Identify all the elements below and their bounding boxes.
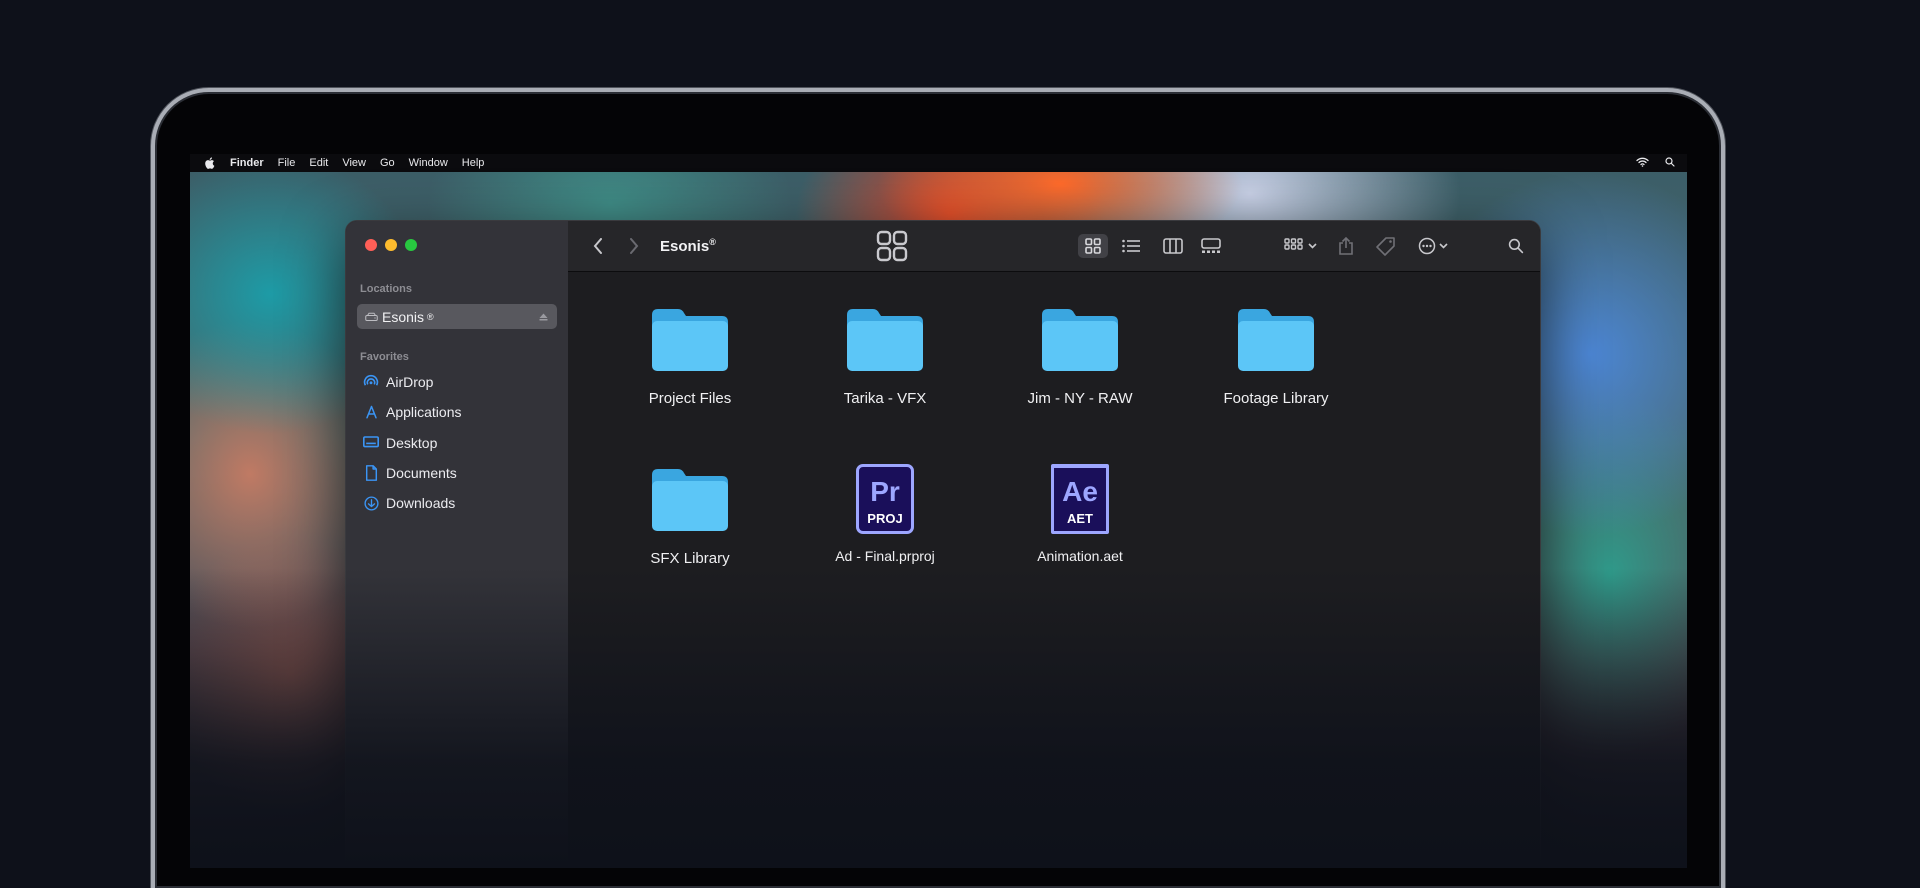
- eject-icon[interactable]: [539, 313, 548, 321]
- folder-icon: [1236, 307, 1316, 378]
- folder-item[interactable]: Project Files: [605, 307, 775, 407]
- menu-go[interactable]: Go: [380, 157, 395, 169]
- sidebar-item-applications[interactable]: Applications: [362, 400, 462, 424]
- icon-view-button[interactable]: [1077, 234, 1108, 258]
- sidebar-item-label: Downloads: [386, 495, 456, 511]
- menu-edit[interactable]: Edit: [309, 157, 328, 169]
- download-icon: [362, 494, 380, 512]
- drive-icon: [365, 312, 378, 322]
- sidebar-item-documents[interactable]: Documents: [362, 461, 457, 485]
- item-label: Ad - Final.prproj: [835, 548, 935, 564]
- back-button[interactable]: [590, 238, 606, 254]
- trademark-mark: ®: [427, 311, 434, 322]
- item-label: Tarika - VFX: [843, 390, 927, 407]
- sidebar: Locations Esonis ® Favorites AirDrop App…: [346, 221, 569, 868]
- share-button[interactable]: [1338, 237, 1354, 255]
- window-title: Esonis®: [660, 237, 716, 255]
- app-logo-icon: [876, 230, 908, 262]
- item-label: Project Files: [648, 390, 732, 407]
- search-button[interactable]: [1508, 238, 1524, 254]
- forward-button[interactable]: [626, 238, 642, 254]
- spotlight-search-icon[interactable]: [1665, 156, 1675, 170]
- view-mode-selector: [1077, 234, 1226, 258]
- item-label: SFX Library: [650, 550, 730, 567]
- sidebar-item-esonis[interactable]: Esonis ®: [357, 304, 557, 329]
- more-actions-button[interactable]: [1418, 237, 1450, 255]
- sidebar-item-label: Esonis: [382, 308, 425, 325]
- desktop-screen: Finder File Edit View Go Window Help Loc…: [190, 154, 1687, 868]
- sidebar-item-desktop[interactable]: Desktop: [362, 431, 437, 455]
- menu-file[interactable]: File: [278, 157, 296, 169]
- menu-help[interactable]: Help: [462, 157, 485, 169]
- document-icon: [362, 464, 380, 482]
- favorites-heading: Favorites: [360, 351, 409, 363]
- column-view-button[interactable]: [1158, 234, 1188, 258]
- item-label: Footage Library: [1223, 390, 1329, 407]
- folder-item[interactable]: Footage Library: [1191, 307, 1361, 407]
- gallery-view-button[interactable]: [1196, 234, 1226, 258]
- menu-view[interactable]: View: [342, 157, 366, 169]
- item-label: Jim - NY - RAW: [1027, 390, 1133, 407]
- folder-icon: [650, 467, 730, 538]
- menu-finder[interactable]: Finder: [230, 157, 264, 169]
- sidebar-item-label: Documents: [386, 465, 457, 481]
- item-label: Animation.aet: [1037, 548, 1123, 564]
- window-title-text: Esonis: [660, 238, 710, 255]
- folder-icon: [845, 307, 925, 378]
- group-by-button[interactable]: [1284, 238, 1318, 254]
- desktop-icon: [362, 434, 380, 452]
- menu-bar: Finder File Edit View Go Window Help: [190, 154, 1687, 172]
- sidebar-item-airdrop[interactable]: AirDrop: [362, 370, 433, 394]
- applications-icon: [362, 403, 380, 421]
- locations-heading: Locations: [360, 283, 412, 295]
- folder-item[interactable]: SFX Library: [605, 467, 775, 567]
- sidebar-item-label: AirDrop: [386, 374, 434, 390]
- sidebar-item-downloads[interactable]: Downloads: [362, 491, 455, 515]
- trademark-mark: ®: [709, 237, 716, 247]
- finder-window: Locations Esonis ® Favorites AirDrop App…: [345, 220, 1541, 868]
- file-ext: PROJ: [867, 510, 903, 526]
- folder-item[interactable]: Jim - NY - RAW: [995, 307, 1165, 407]
- menu-window[interactable]: Window: [409, 157, 448, 169]
- list-view-button[interactable]: [1116, 234, 1146, 258]
- airdrop-icon: [362, 373, 380, 391]
- toolbar: Esonis®: [568, 221, 1540, 272]
- sidebar-item-label: Desktop: [386, 435, 438, 451]
- folder-icon: [650, 307, 730, 378]
- premiere-file-icon: Pr PROJ: [856, 464, 914, 534]
- folder-item[interactable]: Tarika - VFX: [800, 307, 970, 407]
- file-item[interactable]: Ae AET Animation.aet: [995, 464, 1165, 564]
- aftereffects-file-icon: Ae AET: [1051, 464, 1109, 534]
- minimize-window-button[interactable]: [385, 239, 397, 251]
- sidebar-item-label: Applications: [386, 404, 462, 420]
- file-ext: AET: [1067, 511, 1093, 526]
- window-controls: [365, 239, 417, 251]
- close-window-button[interactable]: [365, 239, 377, 251]
- folder-icon: [1040, 307, 1120, 378]
- file-item[interactable]: Pr PROJ Ad - Final.prproj: [800, 464, 970, 564]
- file-badge: Ae: [1062, 476, 1098, 507]
- zoom-window-button[interactable]: [405, 239, 417, 251]
- apple-menu-icon[interactable]: [204, 157, 218, 169]
- file-badge: Pr: [870, 475, 900, 507]
- main-content: Esonis® Project Files Tarika - VFX Jim -…: [568, 221, 1540, 868]
- tag-button[interactable]: [1376, 236, 1396, 256]
- wifi-icon[interactable]: [1636, 157, 1649, 170]
